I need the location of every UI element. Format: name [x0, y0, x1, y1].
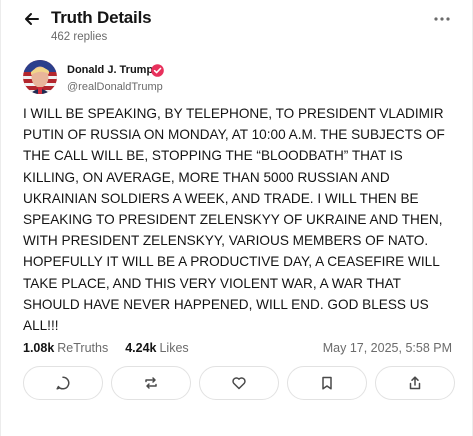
likes-count: 4.24k	[125, 341, 157, 355]
post-body: I WILL BE SPEAKING, BY TELEPHONE, TO PRE…	[23, 106, 445, 334]
likes-label: Likes	[159, 341, 189, 355]
retruth-button[interactable]	[111, 366, 191, 400]
likes-stat[interactable]: 4.24k Likes	[125, 341, 188, 355]
post-stats: 1.08k ReTruths 4.24k Likes	[23, 341, 189, 355]
retruths-count: 1.08k	[23, 341, 55, 355]
like-button[interactable]	[199, 366, 279, 400]
bookmark-button[interactable]	[287, 366, 367, 400]
share-button[interactable]	[375, 366, 455, 400]
reply-button[interactable]	[23, 366, 103, 400]
retruth-arrows-icon	[145, 377, 157, 389]
author-handle[interactable]: @realDonaldTrump	[67, 81, 163, 93]
reply-bubble-icon	[56, 376, 70, 390]
arrow-left-icon[interactable]	[23, 10, 41, 28]
reply-count: 462 replies	[51, 31, 108, 43]
retruths-stat[interactable]: 1.08k ReTruths	[23, 341, 112, 355]
verified-badge-icon	[151, 64, 164, 77]
truth-details-page: Truth Details 462 replies Donald J. Trum…	[0, 0, 473, 436]
bookmark-icon	[322, 376, 332, 390]
page-header: Truth Details 462 replies	[23, 8, 453, 48]
retruths-label: ReTruths	[57, 341, 109, 355]
more-horizontal-icon[interactable]	[433, 14, 451, 24]
share-icon	[409, 376, 421, 390]
author-name[interactable]: Donald J. Trump	[67, 64, 153, 76]
action-bar	[23, 366, 455, 402]
page-title: Truth Details	[51, 8, 152, 27]
post-timestamp: May 17, 2025, 5:58 PM	[322, 341, 452, 355]
heart-icon	[232, 377, 246, 390]
avatar[interactable]	[23, 60, 57, 94]
